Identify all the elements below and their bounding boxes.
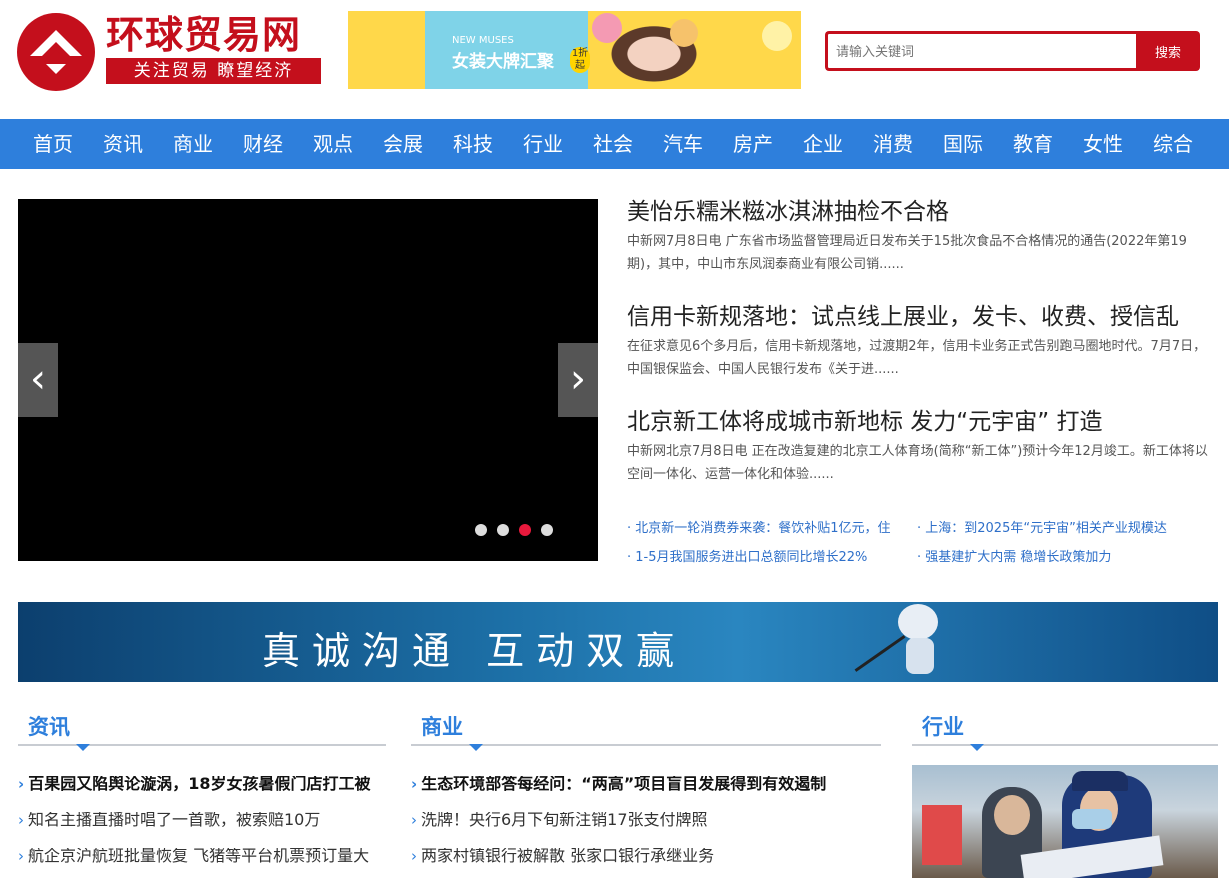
list-item-text: 两家村镇银行被解散 张家口银行承继业务 [421,848,715,865]
slider-next-button[interactable]: › [558,343,598,417]
list-item[interactable]: › 生态环境部答每经问：“两高”项目盲目发展得到有效遏制 [411,776,881,812]
list-item-text: 百果园又陷舆论漩涡，18岁女孩暑假门店打工被 [28,776,371,793]
chevron-right-icon: › [18,812,24,829]
headline-item: 北京新工体将成城市新地标 发力“元宇宙” 打造 中新网北京7月8日电 正在改造复… [627,406,1217,511]
search-input[interactable] [825,31,1138,71]
nav-item-consumer[interactable]: 消费 [858,119,928,169]
list-item-text: 航企京沪航班批量恢复 飞猪等平台机票预订量大 [28,848,370,865]
nav-item-education[interactable]: 教育 [998,119,1068,169]
nav-item-exhibition[interactable]: 会展 [368,119,438,169]
list-item-text: 生态环境部答每经问：“两高”项目盲目发展得到有效遏制 [421,776,827,793]
search-button[interactable]: 搜索 [1136,31,1200,71]
industry-column: 行业 [912,712,1218,751]
nav-item-women[interactable]: 女性 [1068,119,1138,169]
caret-down-icon [76,744,90,751]
ad-headline: 女装大牌汇聚 [452,52,554,72]
quick-links-row: · 1-5月我国服务进出口总额同比增长22% · 强基建扩大内需 稳增长政策加力 [627,547,1217,576]
nav-item-enterprise[interactable]: 企业 [788,119,858,169]
industry-feature-image[interactable] [912,765,1218,878]
list-item-text: 知名主播直播时唱了一首歌，被索赔10万 [28,812,321,829]
logo-emblem-icon [17,13,95,91]
banner-slogan: 真诚沟通 互动双赢 [262,629,687,673]
site-title: 环球贸易网 [106,12,302,57]
chevron-right-icon: › [411,776,418,793]
nav-item-society[interactable]: 社会 [578,119,648,169]
ad-circle-decoration [762,21,792,51]
image-cap-shape [1072,771,1128,791]
headline-summary: 中新网北京7月8日电 正在改造复建的北京工人体育场(简称“新工体”)预计今年12… [627,444,1208,482]
image-slider[interactable]: ‹ › [18,199,598,561]
quick-link[interactable]: · 北京新一轮消费券来袭：餐饮补贴1亿元，住 [627,518,917,547]
quick-link[interactable]: · 强基建扩大内需 稳增长政策加力 [917,547,1217,576]
nav-item-auto[interactable]: 汽车 [648,119,718,169]
column-title[interactable]: 行业 [912,712,964,742]
site-slogan: 关注贸易 瞭望经济 [106,58,321,84]
search-bar: 搜索 [825,31,1200,71]
slider-dot[interactable] [475,524,487,536]
mid-banner-ad[interactable]: 真诚沟通 互动双赢 [18,602,1218,682]
pen-decoration [854,635,906,672]
list-item-text: 洗牌！央行6月下旬新注销17张支付牌照 [421,812,708,829]
slider-dot[interactable] [497,524,509,536]
list-item[interactable]: › 洗牌！央行6月下旬新注销17张支付牌照 [411,812,881,848]
image-face-shape [994,795,1030,835]
headline-summary: 中新网7月8日电 广东省市场监督管理局近日发布关于15批次食品不合格情况的通告(… [627,234,1187,272]
headline-summary: 在征求意见6个多月后，信用卡新规落地，过渡期2年，信用卡业务正式告别跑马圈地时代… [627,339,1207,377]
column-title[interactable]: 商业 [411,712,463,742]
chevron-right-icon: › [411,812,417,829]
slider-prev-button[interactable]: ‹ [18,343,58,417]
column-title[interactable]: 资讯 [18,712,70,742]
headline-item: 美怡乐糯米糍冰淇淋抽检不合格 中新网7月8日电 广东省市场监督管理局近日发布关于… [627,196,1217,301]
business-column: 商业 › 生态环境部答每经问：“两高”项目盲目发展得到有效遏制 › 洗牌！央行6月下… [411,712,881,884]
top-ad-banner[interactable]: NEW MUSES 女装大牌汇聚 1折起 [348,11,801,89]
image-sign-shape [922,805,962,865]
main-nav: 首页 资讯 商业 财经 观点 会展 科技 行业 社会 汽车 房产 企业 消费 国… [0,119,1229,169]
nav-item-home[interactable]: 首页 [18,119,88,169]
column-list: › 百果园又陷舆论漩涡，18岁女孩暑假门店打工被 › 知名主播直播时唱了一首歌，被索… [18,776,386,884]
slider-dot-active[interactable] [519,524,531,536]
headline-title[interactable]: 北京新工体将成城市新地标 发力“元宇宙” 打造 [627,406,1217,438]
caret-down-icon [970,744,984,751]
ad-english-text: NEW MUSES [452,35,514,46]
headline-title[interactable]: 信用卡新规落地：试点线上展业，发卡、收费、授信乱 [627,301,1217,333]
chevron-right-icon: › [18,848,24,865]
quick-links-row: · 北京新一轮消费券来袭：餐饮补贴1亿元，住 · 上海：到2025年“元宇宙”相… [627,518,1217,547]
headline-title[interactable]: 美怡乐糯米糍冰淇淋抽检不合格 [627,196,1217,228]
ad-flower-decoration [670,19,698,47]
header: 环球贸易网 关注贸易 瞭望经济 NEW MUSES 女装大牌汇聚 1折起 搜索 [0,0,1229,118]
robot-body-decoration [906,638,934,674]
nav-item-tech[interactable]: 科技 [438,119,508,169]
ad-discount-badge: 1折起 [570,47,590,73]
nav-item-international[interactable]: 国际 [928,119,998,169]
site-logo[interactable]: 环球贸易网 关注贸易 瞭望经济 [16,10,326,92]
chevron-right-icon: › [18,776,25,793]
nav-item-business[interactable]: 商业 [158,119,228,169]
nav-item-industry[interactable]: 行业 [508,119,578,169]
column-header: 行业 [912,712,1218,751]
news-column: 资讯 › 百果园又陷舆论漩涡，18岁女孩暑假门店打工被 › 知名主播直播时唱了一首歌… [18,712,386,884]
quick-link[interactable]: · 上海：到2025年“元宇宙”相关产业规模达 [917,518,1217,547]
nav-item-realestate[interactable]: 房产 [718,119,788,169]
caret-down-icon [469,744,483,751]
list-item[interactable]: › 百果园又陷舆论漩涡，18岁女孩暑假门店打工被 [18,776,386,812]
nav-item-news[interactable]: 资讯 [88,119,158,169]
list-item[interactable]: › 知名主播直播时唱了一首歌，被索赔10万 [18,812,386,848]
column-header: 资讯 [18,712,386,751]
column-header: 商业 [411,712,881,751]
nav-item-general[interactable]: 综合 [1138,119,1208,169]
chevron-right-icon: › [411,848,417,865]
quick-links: · 北京新一轮消费券来袭：餐饮补贴1亿元，住 · 上海：到2025年“元宇宙”相… [627,518,1217,576]
column-list: › 生态环境部答每经问：“两高”项目盲目发展得到有效遏制 › 洗牌！央行6月下旬新注… [411,776,881,884]
nav-item-opinion[interactable]: 观点 [298,119,368,169]
list-item[interactable]: › 航企京沪航班批量恢复 飞猪等平台机票预订量大 [18,848,386,884]
nav-item-finance[interactable]: 财经 [228,119,298,169]
headline-item: 信用卡新规落地：试点线上展业，发卡、收费、授信乱 在征求意见6个多月后，信用卡新… [627,301,1217,406]
slider-dot[interactable] [541,524,553,536]
list-item[interactable]: › 两家村镇银行被解散 张家口银行承继业务 [411,848,881,884]
robot-head-decoration [898,604,938,640]
quick-link[interactable]: · 1-5月我国服务进出口总额同比增长22% [627,547,917,576]
image-mask-shape [1072,809,1112,829]
slider-pagination [475,524,553,536]
headline-list: 美怡乐糯米糍冰淇淋抽检不合格 中新网7月8日电 广东省市场监督管理局近日发布关于… [627,196,1217,511]
